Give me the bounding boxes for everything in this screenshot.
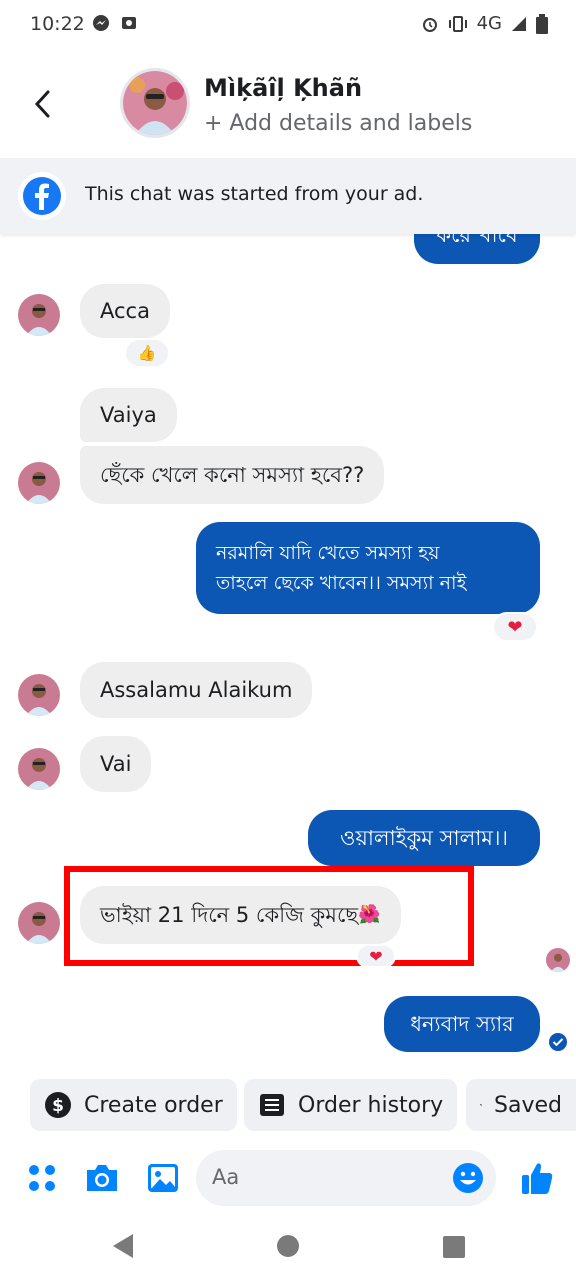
emoji-icon[interactable] (452, 1162, 484, 1194)
back-icon[interactable] (28, 86, 60, 122)
message-bubble-outgoing[interactable]: নরমালি যাদি খেতে সমস্যা হয় তাহলে ছেকে খ… (196, 522, 540, 614)
system-nav-bar (0, 1212, 576, 1280)
vibrate-icon (448, 15, 467, 32)
signal-icon (512, 16, 526, 31)
read-receipt-avatar (546, 948, 570, 972)
image-icon[interactable] (146, 1162, 180, 1194)
camera-icon[interactable] (84, 1162, 120, 1194)
message-bubble-incoming[interactable]: Acca (80, 284, 170, 338)
message-text: Vaiya (100, 403, 157, 427)
sender-avatar[interactable] (18, 294, 60, 336)
apps-icon[interactable] (26, 1162, 58, 1194)
contact-name[interactable]: Mìķãîļ Ķhãñ (204, 74, 362, 102)
message-text: ওয়ালাইকুম সালাম।। (340, 826, 508, 850)
status-right: 4G (421, 13, 548, 34)
chat-icon (480, 1104, 482, 1106)
sender-avatar[interactable] (18, 462, 60, 504)
message-composer: Aa (0, 1146, 576, 1212)
message-bubble-incoming[interactable]: ছেঁকে খেলে কনো সমস্যা হবে?? (80, 446, 385, 504)
nav-recents-icon[interactable] (442, 1235, 466, 1259)
saved-replies-button[interactable]: Saved (466, 1079, 576, 1131)
order-history-button[interactable]: Order history (244, 1079, 458, 1131)
message-text: Vai (100, 752, 132, 776)
svg-text:$: $ (52, 1096, 64, 1116)
message-text-line-1: নরমালি যাদি খেতে সমস্যা হয় (216, 542, 440, 564)
chip-label: Saved (494, 1092, 562, 1118)
message-bubble-incoming[interactable]: Vai (80, 736, 152, 792)
message-text: ধন্যবাদ স্যার (410, 1012, 514, 1036)
create-order-button[interactable]: $ Create order (30, 1079, 237, 1131)
chat-header: Mìķãîļ Ķhãñ + Add details and labels (0, 56, 576, 152)
message-bubble-incoming[interactable]: ভাইয়া 21 দিনে 5 কেজি কুমছে 🌺 (80, 886, 401, 944)
message-text: ভাইয়া 21 দিনে 5 কেজি কুমছে (100, 903, 359, 927)
network-label: 4G (476, 13, 502, 34)
message-bubble-outgoing[interactable]: ওয়ালাইকুম সালাম।। (308, 810, 540, 866)
message-text-line-2: তাহলে ছেকে খাবেন।। সমস্যা নাই (216, 572, 467, 594)
battery-icon (536, 13, 548, 34)
nav-back-icon[interactable] (110, 1232, 136, 1260)
sender-avatar[interactable] (18, 674, 60, 716)
sender-avatar[interactable] (18, 902, 60, 944)
reaction-emoji: ❤ (369, 946, 383, 966)
message-bubble-outgoing[interactable]: ধন্যবাদ স্যার (384, 996, 540, 1052)
nav-home-icon[interactable] (276, 1234, 300, 1258)
chip-label: Create order (84, 1092, 223, 1118)
message-bubble-incoming[interactable]: Vaiya (80, 388, 177, 442)
message-input-placeholder: Aa (212, 1165, 240, 1189)
reaction-emoji: ❤ (507, 616, 523, 638)
list-icon (260, 1094, 284, 1116)
dollar-icon: $ (45, 1092, 71, 1118)
hibiscus-emoji: 🌺 (358, 904, 381, 925)
ad-banner: This chat was started from your ad. (0, 158, 576, 234)
heart-icon[interactable]: ❤ (356, 944, 396, 968)
chip-label: Order history (298, 1092, 444, 1118)
facebook-icon (18, 172, 66, 220)
message-input[interactable]: Aa (196, 1150, 496, 1206)
messenger-notification-icon (93, 15, 109, 31)
message-text: ছেঁকে খেলে কনো সমস্যা হবে?? (100, 463, 365, 487)
like-icon[interactable]: 👍 (124, 338, 170, 368)
add-details-link[interactable]: + Add details and labels (204, 111, 472, 136)
thumbs-up-icon[interactable] (520, 1160, 554, 1196)
message-text: Assalamu Alaikum (100, 678, 293, 702)
notification-icons (92, 14, 138, 32)
reaction-emoji: 👍 (137, 344, 157, 362)
camera-notification-icon (122, 17, 136, 29)
status-bar: 10:22 4G (0, 0, 576, 52)
sender-avatar[interactable] (18, 748, 60, 790)
alarm-icon (422, 17, 437, 32)
ad-banner-text: This chat was started from your ad. (85, 183, 424, 205)
message-text: Acca (100, 299, 150, 323)
message-bubble-incoming[interactable]: Assalamu Alaikum (80, 662, 313, 718)
contact-avatar[interactable] (120, 68, 190, 138)
status-time: 10:22 (30, 13, 85, 35)
heart-icon[interactable]: ❤ (492, 612, 538, 642)
seen-check-icon (549, 1033, 567, 1051)
